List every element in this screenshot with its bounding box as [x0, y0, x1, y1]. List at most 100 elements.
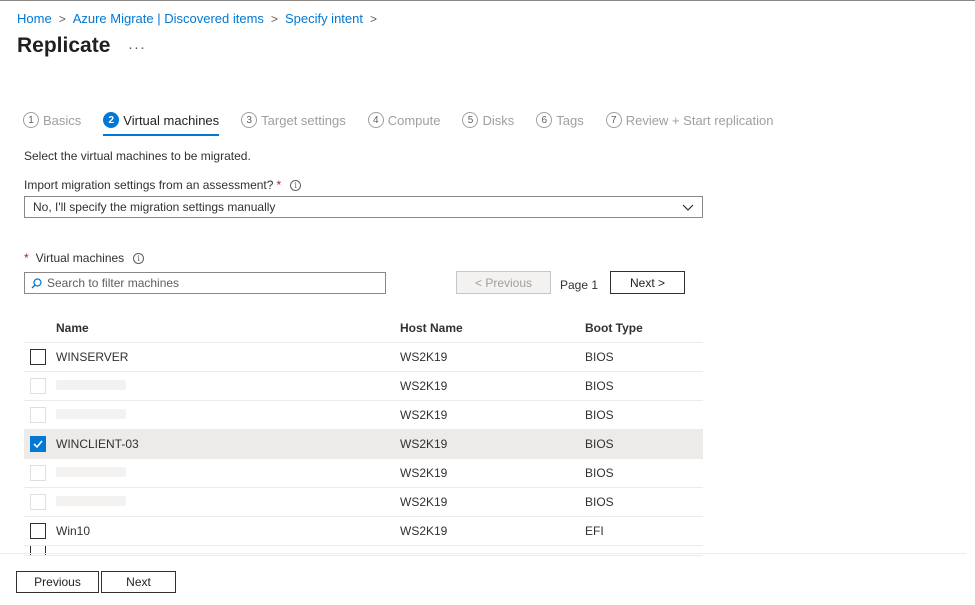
search-input[interactable]: Search to filter machines [24, 272, 386, 294]
cell-name [56, 379, 400, 393]
previous-page-button[interactable]: < Previous [456, 271, 551, 294]
cell-boot-type: BIOS [585, 379, 614, 393]
step-number-icon: 6 [536, 112, 553, 128]
row-check-cell [24, 349, 56, 365]
checkmark-icon [33, 440, 43, 449]
footer-next-button[interactable]: Next [101, 571, 176, 593]
step-label: Compute [387, 112, 441, 128]
wizard-step-virtual-machines[interactable]: 2 Virtual machines [103, 110, 220, 136]
row-check-cell [24, 465, 56, 481]
step-label: Disks [482, 112, 515, 128]
more-options-icon[interactable]: ··· [128, 39, 146, 56]
table-row[interactable]: WINCLIENT-03 WS2K19 BIOS [24, 430, 703, 459]
row-check-cell [24, 436, 56, 452]
wizard-steps: 1 Basics 2 Virtual machines 3 Target settings… [23, 110, 795, 136]
row-checkbox[interactable] [30, 494, 46, 510]
info-icon[interactable]: i [133, 252, 145, 264]
cell-name [56, 466, 400, 480]
row-checkbox[interactable] [30, 465, 46, 481]
cell-boot-type: BIOS [585, 437, 614, 451]
wizard-step-review-start-replication[interactable]: 7 Review + Start replication [605, 110, 774, 130]
table-row[interactable]: WINSERVER WS2K19 BIOS [24, 343, 703, 372]
cell-boot-type: EFI [585, 524, 604, 538]
row-check-cell [24, 546, 56, 555]
required-marker: * [276, 178, 282, 192]
step-number-icon: 2 [103, 112, 120, 128]
step-label: Review + Start replication [625, 112, 774, 128]
row-check-cell [24, 523, 56, 539]
table-header: Name Host Name Boot Type [24, 314, 703, 343]
step-label: Virtual machines [123, 112, 220, 128]
chevron-right-icon: > [58, 11, 66, 26]
virtual-machines-label-text: Virtual machines [35, 251, 125, 265]
required-marker: * [24, 251, 29, 265]
import-settings-value: No, I'll specify the migration settings … [33, 200, 276, 214]
cell-boot-type: BIOS [585, 495, 614, 509]
cell-host-name: WS2K19 [400, 408, 448, 422]
wizard-step-target-settings[interactable]: 3 Target settings [241, 110, 346, 130]
wizard-step-tags[interactable]: 6 Tags [536, 110, 584, 130]
row-checkbox[interactable] [30, 407, 46, 423]
cell-host-name: WS2K19 [400, 379, 448, 393]
row-checkbox[interactable] [30, 523, 46, 539]
row-check-cell [24, 407, 56, 423]
cell-host-name: WS2K19 [400, 524, 448, 538]
import-settings-dropdown[interactable]: No, I'll specify the migration settings … [24, 196, 703, 218]
row-check-cell [24, 494, 56, 510]
column-host-name[interactable]: Host Name [400, 321, 585, 335]
page-title: Replicate [17, 34, 111, 57]
cell-host-name: WS2K19 [400, 350, 448, 364]
step-number-icon: 3 [241, 112, 258, 128]
redacted-name [56, 467, 126, 477]
cell-name [56, 408, 400, 422]
cell-boot-type: BIOS [585, 466, 614, 480]
row-checkbox[interactable] [30, 546, 46, 555]
row-checkbox[interactable] [30, 349, 46, 365]
row-checkbox[interactable] [30, 378, 46, 394]
cell-host-name: WS2K19 [400, 466, 448, 480]
import-settings-label-text: Import migration settings from an assess… [24, 178, 274, 192]
cell-host-name: WS2K19 [400, 437, 448, 451]
footer-divider [0, 553, 966, 554]
table-row[interactable]: WS2K19 BIOS [24, 488, 703, 517]
breadcrumb-discovered-items[interactable]: Azure Migrate | Discovered items [73, 11, 264, 26]
step-label: Basics [43, 112, 82, 128]
table-row[interactable]: WS2K19 BIOS [24, 401, 703, 430]
wizard-step-disks[interactable]: 5 Disks [462, 110, 514, 130]
step-number-icon: 4 [367, 112, 384, 128]
table-row[interactable]: Win10 WS2K19 EFI [24, 517, 703, 546]
page-indicator: Page 1 [560, 278, 599, 292]
top-border [0, 0, 975, 1]
step-number-icon: 7 [605, 112, 622, 128]
info-icon[interactable]: i [290, 179, 302, 191]
cell-boot-type: BIOS [585, 408, 614, 422]
cell-boot-type: BIOS [585, 350, 614, 364]
step-label: Target settings [261, 112, 346, 128]
redacted-name [56, 380, 126, 390]
chevron-right-icon: > [270, 11, 278, 26]
cell-name: WINCLIENT-03 [56, 437, 139, 451]
table-body: WINSERVER WS2K19 BIOS WS2K19 BIOS WS2K19 BIOS W… [24, 343, 703, 546]
cell-name [56, 495, 400, 509]
wizard-step-basics[interactable]: 1 Basics [23, 110, 81, 130]
search-placeholder: Search to filter machines [47, 276, 180, 290]
redacted-name [56, 409, 126, 419]
virtual-machines-label: * Virtual machines i [24, 251, 145, 265]
step-number-icon: 1 [23, 112, 39, 128]
footer-previous-button[interactable]: Previous [16, 571, 99, 593]
virtual-machines-table: Name Host Name Boot Type WINSERVER WS2K19… [24, 314, 703, 556]
column-boot-type[interactable]: Boot Type [585, 321, 703, 335]
breadcrumb-home[interactable]: Home [17, 11, 52, 26]
breadcrumb: Home > Azure Migrate | Discovered items … [17, 11, 384, 26]
import-settings-label: Import migration settings from an assess… [24, 178, 302, 192]
step-label: Tags [556, 112, 584, 128]
instruction-text: Select the virtual machines to be migrat… [24, 149, 251, 163]
table-row[interactable]: WS2K19 BIOS [24, 372, 703, 401]
breadcrumb-specify-intent[interactable]: Specify intent [285, 11, 363, 26]
next-page-button[interactable]: Next > [610, 271, 685, 294]
cell-name: Win10 [56, 524, 91, 538]
column-name[interactable]: Name [56, 321, 400, 335]
wizard-step-compute[interactable]: 4 Compute [367, 110, 441, 130]
row-checkbox[interactable] [30, 436, 46, 452]
table-row[interactable]: WS2K19 BIOS [24, 459, 703, 488]
